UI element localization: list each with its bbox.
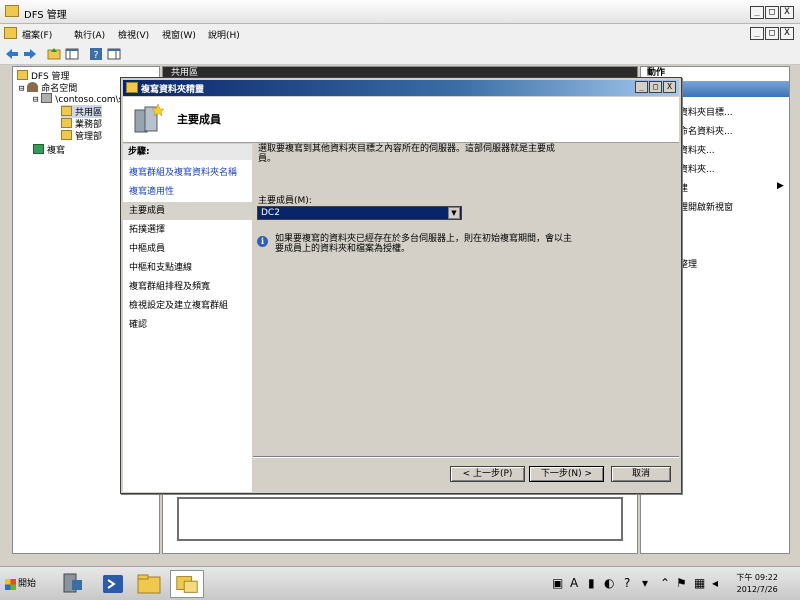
back-button[interactable]: < 上一步(P) [450, 466, 525, 482]
network-icon[interactable]: ▦ [694, 576, 705, 590]
powershell-icon[interactable] [96, 570, 130, 598]
wizard-app-icon [126, 82, 138, 93]
explorer-icon[interactable] [132, 570, 166, 598]
close-button[interactable]: X [780, 6, 794, 19]
replication-wizard-icon [134, 103, 164, 133]
namespace-server-icon [41, 93, 53, 103]
info-icon: i [257, 236, 268, 247]
steps-heading: 步驟: [123, 144, 252, 160]
help-tray-icon[interactable]: ? [624, 576, 630, 590]
namespace-icon [27, 82, 39, 92]
up-folder-icon[interactable] [46, 46, 62, 62]
action-item[interactable]: 裡開啟新視窗 [679, 200, 733, 213]
step-topology: 拓撲選擇 [129, 225, 166, 235]
collapse-toggle-icon[interactable]: ⊟ [33, 95, 38, 105]
volume-icon[interactable]: ◂ [712, 576, 718, 590]
help-icon[interactable]: ? [88, 46, 104, 62]
action-center-flag-icon[interactable]: ⚑ [676, 576, 687, 590]
svg-text:?: ? [93, 50, 98, 61]
button-separator [253, 456, 679, 458]
tree-node-namespace-path[interactable]: ⊟ \contoso.com\s [33, 93, 123, 105]
submenu-arrow-icon: ▶ [777, 181, 784, 191]
replicate-folder-wizard: 複寫資料夾精靈 _ □ X 主要成員 步驟: 複寫群組及複寫資料夾名稱 複寫適用… [120, 77, 682, 494]
wizard-title-text: 複寫資料夾精靈 [141, 85, 205, 95]
mdi-window-icon[interactable] [4, 27, 17, 39]
step-confirmation: 確認 [129, 320, 148, 330]
step-schedule-bandwidth: 複寫群組排程及頻寬 [129, 282, 211, 292]
dropdown-arrow-icon[interactable]: ▼ [448, 207, 460, 219]
primary-member-value: DC2 [261, 208, 280, 218]
action-item[interactable]: 命名資料夾... [679, 124, 733, 137]
start-button[interactable]: 開始 [2, 571, 44, 597]
step-primary-member: 主要成員 [123, 202, 252, 220]
clock-time: 下午 09:22 [736, 573, 778, 582]
next-button[interactable]: 下一步(N) > [529, 466, 604, 482]
mdi-minimize-button[interactable]: _ [750, 27, 764, 40]
wizard-minimize-button[interactable]: _ [635, 81, 648, 93]
menu-help[interactable]: 說明(H) [208, 28, 240, 41]
wizard-maximize-button[interactable]: □ [649, 81, 662, 93]
wizard-title-bar[interactable]: 複寫資料夾精靈 _ □ X [123, 80, 679, 96]
maximize-button[interactable]: □ [765, 6, 779, 19]
options-tray-icon[interactable]: ▾ [642, 576, 648, 590]
dfs-app-icon [5, 5, 19, 17]
mmc-title-text: DFS 管理 [24, 10, 67, 21]
wizard-steps-panel: 步驟: 複寫群組及複寫資料夾名稱 複寫適用性 主要成員 拓撲選擇 中樞成員 中樞… [123, 144, 252, 492]
folder-icon [61, 130, 72, 140]
step-eligibility[interactable]: 複寫適用性 [123, 183, 252, 201]
wizard-page-title: 主要成員 [177, 113, 221, 126]
clock-date: 2012/7/26 [736, 585, 778, 594]
tree-node-folder-management[interactable]: 管理部 [61, 129, 102, 142]
step-group-and-folder-name[interactable]: 複寫群組及複寫資料夾名稱 [123, 164, 252, 182]
step-review-settings: 檢視設定及建立複寫群組 [129, 301, 229, 311]
menu-file[interactable]: 檔案(F) [22, 28, 52, 41]
primary-member-label: 主要成員(M): [258, 196, 312, 206]
menu-bar: 檔案(F) 執行(A) 檢視(V) 視窗(W) 說明(H) _ □ X [0, 24, 800, 43]
status-bar [0, 555, 800, 566]
wizard-header: 主要成員 [123, 97, 679, 143]
system-clock[interactable]: 下午 09:22 2012/7/26 [736, 572, 778, 596]
tree-node-replication[interactable]: 複寫 [33, 143, 65, 156]
toolbar: ? [0, 43, 800, 65]
windows-logo-icon [5, 579, 16, 590]
taskbar: 開始 ▣ A ▮ ◐ ? ▾ ⌃ ⚑ ▦ ◂ 下午 09:22 2012/7/2… [0, 566, 800, 600]
action-item[interactable]: 資料夾目標... [679, 105, 733, 118]
wizard-close-button[interactable]: X [663, 81, 676, 93]
primary-member-note: 如果要複寫的資料夾已經存在於多台伺服器上，則在初始複寫期間，會以主要成員上的資料… [275, 234, 573, 254]
folder-icon [61, 106, 72, 116]
action-item[interactable]: 資料夾... [679, 143, 715, 156]
dfs-management-taskbar-icon[interactable] [170, 570, 204, 598]
server-manager-icon[interactable] [56, 570, 90, 598]
cancel-button[interactable]: 取消 [611, 466, 671, 482]
font-a-icon[interactable]: A [570, 576, 578, 590]
replication-icon [33, 144, 44, 154]
page-description: 選取要複寫到其他資料夾目標之內容所在的伺服器。這部伺服器就是主要成員。 [258, 144, 556, 164]
show-hidden-icons-icon[interactable]: ⌃ [660, 576, 670, 590]
input-method-icon[interactable]: ▣ [552, 576, 563, 590]
wizard-content: 選取要複寫到其他資料夾目標之內容所在的伺服器。這部伺服器就是主要成員。 主要成員… [253, 144, 679, 492]
menu-action[interactable]: 執行(A) [74, 28, 105, 41]
collapse-toggle-icon[interactable]: ⊟ [19, 84, 24, 94]
back-arrow-icon[interactable] [4, 46, 20, 62]
dfs-icon [17, 70, 28, 80]
primary-member-select[interactable]: DC2 ▼ [257, 206, 462, 220]
minimize-button[interactable]: _ [750, 6, 764, 19]
action-item[interactable]: 資料夾... [679, 162, 715, 175]
show-hide-tree-icon[interactable] [64, 46, 80, 62]
ime-half-width-icon[interactable]: ◐ [604, 576, 614, 590]
mdi-close-button[interactable]: X [780, 27, 794, 40]
mmc-title-bar[interactable]: DFS 管理 _ □ X [0, 0, 800, 24]
step-hub-members: 中樞成員 [129, 244, 166, 254]
ime-book-icon[interactable]: ▮ [588, 576, 595, 590]
step-hub-spoke-connections: 中樞和支點連線 [129, 263, 193, 273]
forward-arrow-icon[interactable] [22, 46, 38, 62]
results-detail-box [177, 497, 623, 541]
menu-view[interactable]: 檢視(V) [118, 28, 149, 41]
folder-icon [61, 118, 72, 128]
show-hide-action-pane-icon[interactable] [106, 46, 122, 62]
menu-window[interactable]: 視窗(W) [162, 28, 196, 41]
mdi-restore-button[interactable]: □ [765, 27, 779, 40]
